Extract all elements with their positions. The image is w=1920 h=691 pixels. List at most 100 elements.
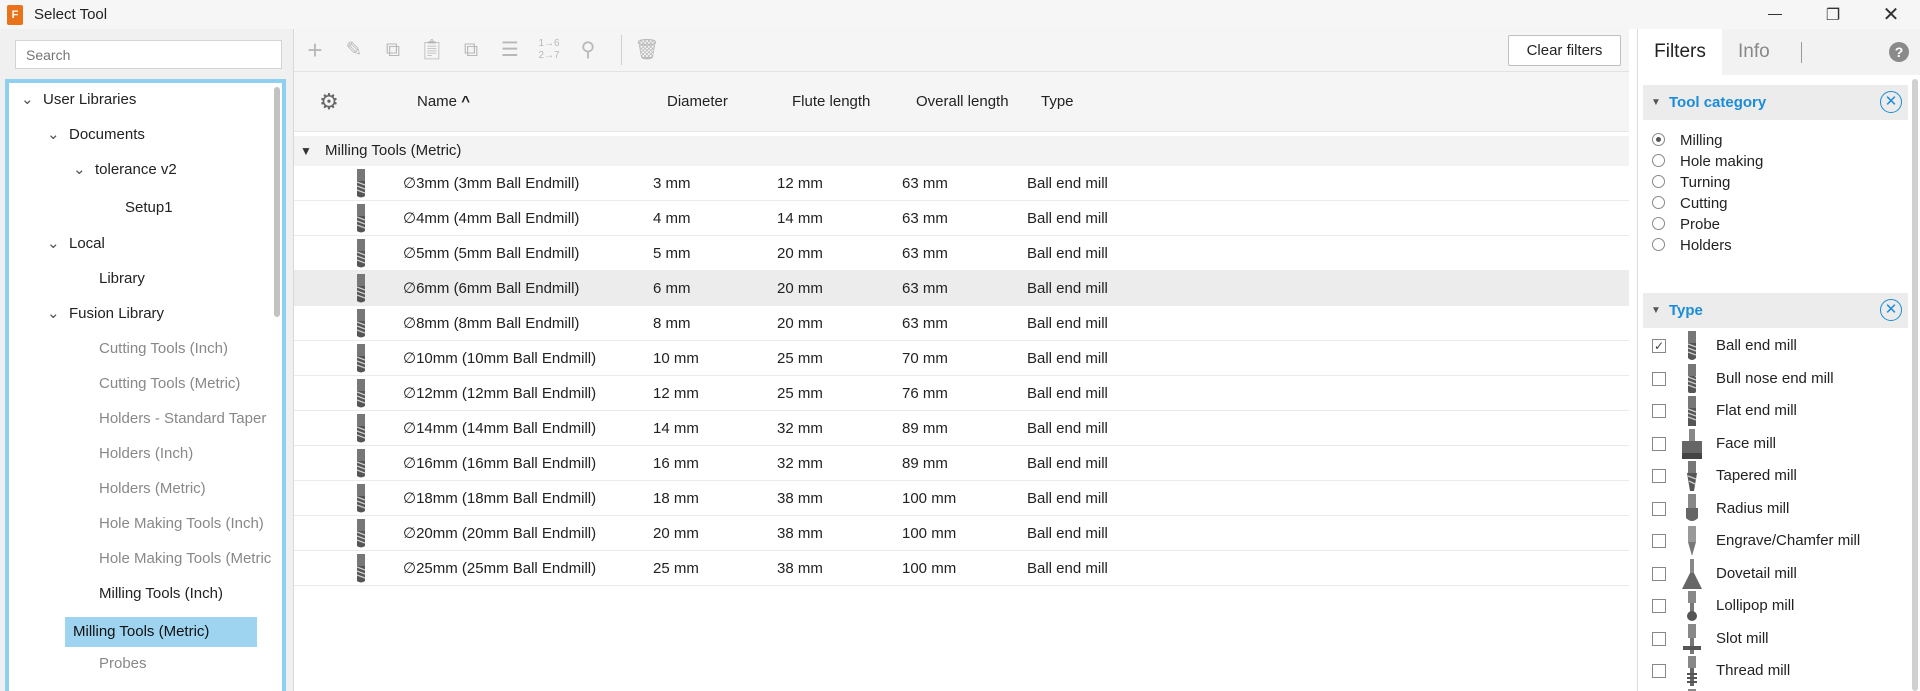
table-row[interactable]: ∅12mm (12mm Ball Endmill) 12 mm 25 mm 76 mm… bbox=[294, 376, 1629, 411]
radio-button[interactable] bbox=[1652, 154, 1665, 167]
column-header-name[interactable]: Name ^ bbox=[417, 72, 470, 132]
tree-item[interactable]: ⌄ Fusion Library bbox=[47, 302, 164, 326]
type-option[interactable]: Tapered mill bbox=[1652, 460, 1907, 492]
tool-category-header[interactable]: ▼ Tool category ✕ bbox=[1643, 85, 1908, 120]
chevron-down-icon[interactable]: ⌄ bbox=[73, 158, 87, 182]
type-option[interactable]: Radius mill bbox=[1652, 493, 1907, 525]
column-header-diameter[interactable]: Diameter bbox=[667, 72, 728, 132]
type-option[interactable]: Thread mill bbox=[1652, 655, 1907, 687]
column-header-overall-length[interactable]: Overall length bbox=[916, 72, 1009, 132]
tab-filters[interactable]: Filters bbox=[1638, 29, 1722, 75]
table-row[interactable]: ∅25mm (25mm Ball Endmill) 25 mm 38 mm 100 m… bbox=[294, 551, 1629, 586]
edit-pencil-icon[interactable]: ✎ bbox=[341, 37, 367, 63]
radio-button[interactable] bbox=[1652, 175, 1665, 188]
type-option[interactable]: Flat end mill bbox=[1652, 395, 1907, 427]
tree-item[interactable]: ⌄ User Libraries bbox=[21, 88, 136, 112]
table-row[interactable]: ∅6mm (6mm Ball Endmill) 6 mm 20 mm 63 mm Bal… bbox=[294, 271, 1629, 306]
category-option[interactable]: Cutting bbox=[1652, 193, 1728, 214]
checkbox-checked[interactable]: ✓ bbox=[1652, 339, 1666, 353]
table-row[interactable]: ∅5mm (5mm Ball Endmill) 5 mm 20 mm 63 mm Bal… bbox=[294, 236, 1629, 271]
table-row[interactable]: ∅8mm (8mm Ball Endmill) 8 mm 20 mm 63 mm Bal… bbox=[294, 306, 1629, 341]
type-option[interactable]: Form mill bbox=[1652, 688, 1907, 691]
close-button[interactable]: ✕ bbox=[1862, 0, 1920, 29]
tree-item[interactable]: Holders (Inch) bbox=[99, 442, 193, 466]
tree-item[interactable]: ⌄ Local bbox=[47, 232, 105, 256]
chevron-down-icon[interactable]: ⌄ bbox=[47, 123, 61, 147]
chevron-down-icon[interactable]: ⌄ bbox=[47, 232, 61, 256]
type-option[interactable]: Face mill bbox=[1652, 428, 1907, 460]
collapse-triangle-icon[interactable]: ▼ bbox=[300, 136, 312, 166]
duplicate-icon[interactable]: ⧉ bbox=[458, 37, 484, 63]
type-option[interactable]: Engrave/Chamfer mill bbox=[1652, 525, 1907, 557]
tree-item[interactable]: Turning Tools (Inch) bbox=[99, 687, 231, 691]
radio-button[interactable] bbox=[1652, 133, 1665, 146]
tree-item[interactable]: Setup1 bbox=[125, 196, 173, 220]
column-header-flute-length[interactable]: Flute length bbox=[792, 72, 870, 132]
brush-icon[interactable]: ⚲ bbox=[575, 37, 601, 63]
tree-item[interactable]: Milling Tools (Metric) bbox=[65, 617, 257, 647]
collapse-triangle-icon[interactable]: ▼ bbox=[1651, 85, 1661, 120]
tree-item[interactable]: Milling Tools (Inch) bbox=[99, 582, 223, 606]
gear-icon[interactable]: ⚙ bbox=[316, 89, 342, 115]
table-row[interactable]: ∅18mm (18mm Ball Endmill) 18 mm 38 mm 100 m… bbox=[294, 481, 1629, 516]
table-row[interactable]: ∅3mm (3mm Ball Endmill) 3 mm 12 mm 63 mm Bal… bbox=[294, 166, 1629, 201]
clear-type-icon[interactable]: ✕ bbox=[1880, 299, 1902, 321]
type-option[interactable]: ✓ Ball end mill bbox=[1652, 330, 1907, 362]
radio-button[interactable] bbox=[1652, 217, 1665, 230]
collapse-triangle-icon[interactable]: ▼ bbox=[1651, 293, 1661, 328]
tree-item[interactable]: Cutting Tools (Inch) bbox=[99, 337, 228, 361]
tree-item[interactable]: Cutting Tools (Metric) bbox=[99, 372, 240, 396]
minimize-button[interactable] bbox=[1746, 0, 1804, 29]
tree-item[interactable]: Hole Making Tools (Metric bbox=[99, 547, 271, 571]
tree-item[interactable]: Library bbox=[99, 267, 145, 291]
type-header[interactable]: ▼ Type ✕ bbox=[1643, 293, 1908, 328]
clear-category-icon[interactable]: ✕ bbox=[1880, 91, 1902, 113]
table-row[interactable]: ∅10mm (10mm Ball Endmill) 10 mm 25 mm 70 mm… bbox=[294, 341, 1629, 376]
tree-item[interactable]: Holders - Standard Taper bbox=[99, 407, 266, 431]
tree-item[interactable]: Hole Making Tools (Inch) bbox=[99, 512, 264, 536]
add-tool-icon[interactable]: + bbox=[302, 37, 328, 63]
renumber-icon[interactable]: 1→6 2→7 bbox=[536, 37, 562, 63]
radio-button[interactable] bbox=[1652, 196, 1665, 209]
help-icon[interactable]: ? bbox=[1889, 42, 1909, 62]
stack-icon[interactable]: ☰ bbox=[497, 37, 523, 63]
copy-icon[interactable]: ⧉ bbox=[380, 37, 406, 63]
tree-item[interactable]: Holders (Metric) bbox=[99, 477, 206, 501]
column-header-type[interactable]: Type bbox=[1041, 72, 1074, 132]
checkbox[interactable] bbox=[1652, 436, 1666, 451]
tree-item[interactable]: Probes bbox=[99, 652, 147, 676]
checkbox[interactable] bbox=[1652, 534, 1666, 548]
tree-item[interactable]: ⌄ Documents bbox=[47, 123, 145, 147]
checkbox[interactable] bbox=[1652, 631, 1666, 646]
tree-item[interactable]: ⌄ tolerance v2 bbox=[73, 158, 177, 182]
table-row[interactable]: ∅4mm (4mm Ball Endmill) 4 mm 14 mm 63 mm Bal… bbox=[294, 201, 1629, 236]
chevron-down-icon[interactable]: ⌄ bbox=[21, 88, 35, 112]
checkbox[interactable] bbox=[1652, 371, 1666, 386]
checkbox[interactable] bbox=[1652, 664, 1666, 678]
filter-scrollbar[interactable] bbox=[1912, 79, 1918, 691]
category-option[interactable]: Milling bbox=[1652, 130, 1723, 151]
category-option[interactable]: Probe bbox=[1652, 214, 1720, 235]
checkbox[interactable] bbox=[1652, 566, 1666, 581]
restore-button[interactable]: ❐ bbox=[1804, 0, 1862, 29]
table-row[interactable]: ∅20mm (20mm Ball Endmill) 20 mm 38 mm 100 m… bbox=[294, 516, 1629, 551]
type-option[interactable]: Bull nose end mill bbox=[1652, 363, 1907, 395]
type-option[interactable]: Slot mill bbox=[1652, 623, 1907, 655]
category-option[interactable]: Turning bbox=[1652, 172, 1730, 193]
checkbox[interactable] bbox=[1652, 469, 1666, 483]
tab-info[interactable]: Info bbox=[1738, 29, 1770, 75]
checkbox[interactable] bbox=[1652, 599, 1666, 613]
search-input[interactable] bbox=[15, 40, 282, 69]
paste-icon[interactable]: 📋︎ bbox=[419, 37, 445, 63]
category-option[interactable]: Holders bbox=[1652, 235, 1732, 256]
type-option[interactable]: Lollipop mill bbox=[1652, 590, 1907, 622]
table-row[interactable]: ∅16mm (16mm Ball Endmill) 16 mm 32 mm 89 mm… bbox=[294, 446, 1629, 481]
delete-icon[interactable]: 🗑︎ bbox=[634, 37, 660, 63]
checkbox[interactable] bbox=[1652, 404, 1666, 418]
clear-filters-button[interactable]: Clear filters bbox=[1508, 35, 1621, 66]
type-option[interactable]: Dovetail mill bbox=[1652, 558, 1907, 590]
chevron-down-icon[interactable]: ⌄ bbox=[47, 302, 61, 326]
checkbox[interactable] bbox=[1652, 501, 1666, 516]
table-row[interactable]: ∅14mm (14mm Ball Endmill) 14 mm 32 mm 89 mm… bbox=[294, 411, 1629, 446]
category-option[interactable]: Hole making bbox=[1652, 151, 1763, 172]
